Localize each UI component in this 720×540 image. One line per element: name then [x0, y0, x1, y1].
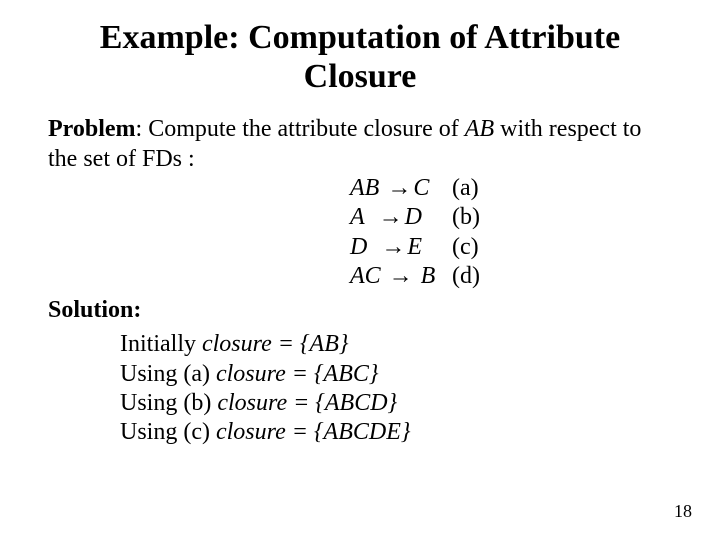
arrow-icon: → [379, 233, 407, 262]
fd-c-tag: (c) [452, 234, 479, 260]
step-a: Using (a) closure = {ABC} [120, 360, 720, 389]
solution-label-text: Solution [48, 297, 133, 323]
step-3-var: closure [216, 419, 286, 445]
step-2-var: closure [217, 390, 287, 416]
step-1-rest: = {ABC} [286, 361, 379, 387]
fd-c-lhs: D [350, 234, 367, 260]
step-0-prefix: Initially [120, 331, 202, 357]
solution-steps: Initially closure = {AB} Using (a) closu… [0, 330, 720, 447]
page-number: 18 [674, 501, 692, 522]
arrow-icon: → [385, 174, 413, 203]
fd-row-a: AB →C (a) [350, 174, 672, 203]
step-1-prefix: Using (a) [120, 361, 216, 387]
arrow-icon: → [377, 203, 405, 232]
slide: Example: Computation of Attribute Closur… [0, 0, 720, 540]
problem-ab: AB [465, 116, 494, 142]
step-1-var: closure [216, 361, 286, 387]
fd-b-lhs: A [350, 204, 365, 230]
problem-statement: Problem: Compute the attribute closure o… [48, 114, 672, 174]
fd-d-tag: (d) [452, 263, 480, 289]
fd-c-rhs: E [407, 234, 422, 260]
problem-text-1: : Compute the attribute closure of [136, 116, 465, 142]
slide-body: Problem: Compute the attribute closure o… [0, 104, 720, 291]
fd-list: AB →C(a) A →D(b) D →E(c) AC → B(d) [350, 174, 672, 291]
step-c: Using (c) closure = {ABCDE} [120, 418, 720, 447]
fd-a-tag: (a) [452, 175, 479, 201]
problem-label: Problem [48, 116, 136, 142]
step-2-prefix: Using (b) [120, 390, 217, 416]
fd-row-c: D →E (c) [350, 233, 672, 262]
step-3-prefix: Using (c) [120, 419, 216, 445]
step-0-rest: = {AB} [272, 331, 349, 357]
step-3-rest: = {ABCDE} [286, 419, 411, 445]
fd-a-rhs: C [413, 175, 429, 201]
fd-row-b: A →D (b) [350, 203, 672, 232]
fd-a-lhs: AB [350, 175, 379, 201]
solution-heading: Solution: [0, 297, 720, 324]
arrow-icon: → [387, 262, 415, 291]
fd-b-tag: (b) [452, 204, 480, 230]
step-0-var: closure [202, 331, 272, 357]
fd-d-rhs: B [421, 263, 436, 289]
fd-d-lhs: AC [350, 263, 381, 289]
solution-colon: : [133, 297, 141, 323]
slide-title: Example: Computation of Attribute Closur… [0, 0, 720, 104]
step-initial: Initially closure = {AB} [120, 330, 720, 359]
step-2-rest: = {ABCD} [287, 390, 397, 416]
fd-row-d: AC → B (d) [350, 262, 672, 291]
fd-b-rhs: D [405, 204, 422, 230]
step-b: Using (b) closure = {ABCD} [120, 389, 720, 418]
